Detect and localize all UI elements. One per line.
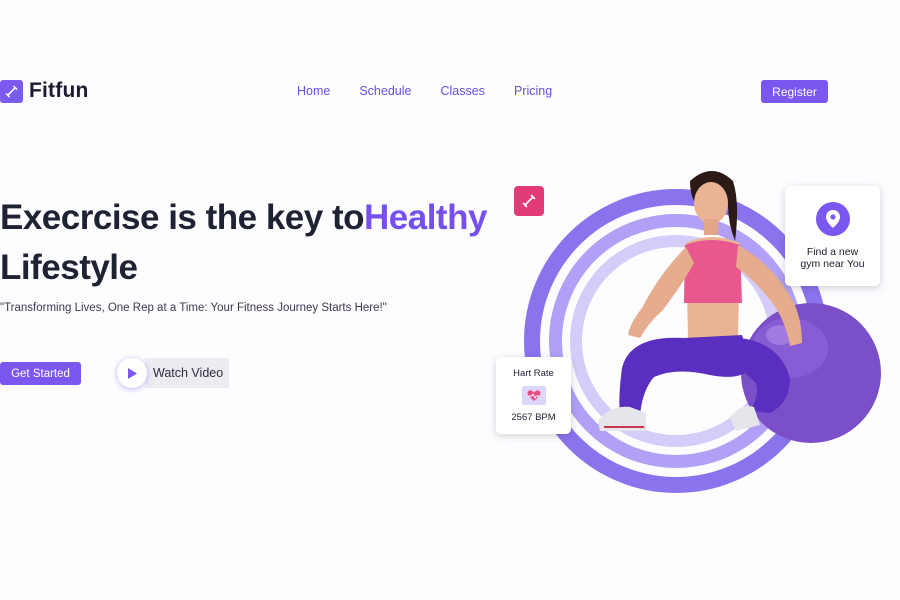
nav-pricing[interactable]: Pricing bbox=[514, 84, 552, 98]
nav-schedule[interactable]: Schedule bbox=[359, 84, 411, 98]
heart-monitor-icon bbox=[521, 386, 546, 405]
get-started-button[interactable]: Get Started bbox=[0, 362, 81, 385]
hero-title-part1: Execrcise is the key to bbox=[0, 198, 365, 237]
location-pin-icon bbox=[815, 202, 850, 236]
hero-title: Execrcise is the key toHealthy Lifestyle bbox=[0, 193, 500, 293]
nav-classes[interactable]: Classes bbox=[440, 84, 484, 98]
find-gym-text: Find a new gym near You bbox=[785, 246, 880, 270]
main-nav: Home Schedule Classes Pricing bbox=[297, 84, 552, 98]
heart-rate-card: Hart Rate 2567 BPM bbox=[496, 357, 571, 434]
play-icon[interactable] bbox=[117, 358, 147, 388]
hero-title-part2: Lifestyle bbox=[0, 248, 138, 287]
heart-rate-value: 2567 BPM bbox=[511, 412, 556, 423]
nav-home[interactable]: Home bbox=[297, 84, 330, 98]
watch-video-button[interactable]: Watch Video bbox=[117, 358, 230, 388]
watch-video-label: Watch Video bbox=[145, 358, 230, 388]
register-button[interactable]: Register bbox=[761, 80, 828, 103]
find-gym-line1: Find a new bbox=[806, 246, 859, 258]
brand-logo[interactable]: Fitfun bbox=[0, 79, 89, 103]
find-gym-line2: gym near You bbox=[800, 258, 865, 270]
find-gym-card[interactable]: Find a new gym near You bbox=[785, 186, 880, 286]
heart-rate-title: Hart Rate bbox=[513, 368, 554, 379]
hero-subtitle: "Transforming Lives, One Rep at a Time: … bbox=[0, 302, 387, 314]
dumbbell-icon bbox=[0, 79, 23, 103]
brand-name: Fitfun bbox=[29, 79, 89, 102]
hero-title-accent: Healthy bbox=[364, 198, 487, 237]
